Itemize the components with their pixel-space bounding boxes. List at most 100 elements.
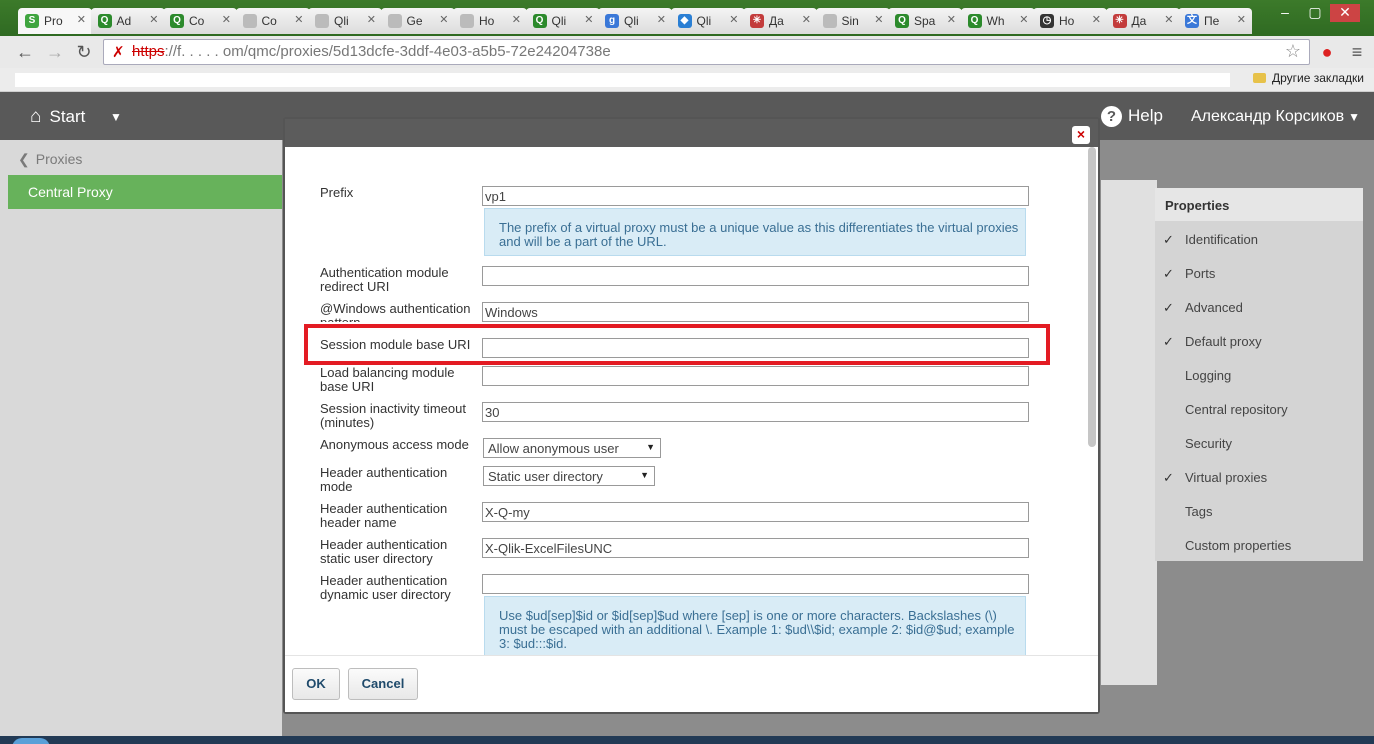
address-bar[interactable]: ✗ https://f. . . . . om/qmc/proxies/5d13…: [103, 39, 1310, 65]
load-balancing-label: Load balancing module base URI: [320, 365, 455, 394]
ok-button[interactable]: OK: [292, 668, 340, 700]
browser-tab[interactable]: Q Co ✕: [163, 8, 237, 34]
tab-close-icon[interactable]: ✕: [294, 13, 303, 26]
checkmark-icon: ✓: [1163, 470, 1174, 485]
properties-item[interactable]: Identification: [1185, 232, 1258, 247]
browser-tab[interactable]: Ge ✕: [380, 8, 455, 34]
anon-access-select[interactable]: Allow anonymous user ▼: [483, 438, 661, 458]
inactivity-input[interactable]: 30: [482, 402, 1029, 422]
browser-tab[interactable]: ✳ Да ✕: [1105, 8, 1180, 34]
maximize-icon[interactable]: ▢: [1300, 4, 1330, 22]
tab-close-icon[interactable]: ✕: [657, 13, 666, 26]
back-arrow-icon[interactable]: ←: [14, 41, 36, 63]
tab-close-icon[interactable]: ✕: [1237, 13, 1246, 26]
static-dir-input[interactable]: X-Qlik-ExcelFilesUNC: [482, 538, 1029, 558]
browser-tab-label: Spa: [914, 14, 936, 28]
browser-tab[interactable]: g Qli ✕: [598, 8, 672, 34]
auth-redirect-input[interactable]: [482, 266, 1029, 286]
page-icon: [387, 14, 402, 28]
selected-proxy-item[interactable]: Central Proxy: [8, 175, 282, 209]
adblock-icon[interactable]: ●: [1316, 41, 1338, 63]
browser-tab-strip: – ▢ ✕ S Pro ✕ Q Ad ✕ Q Co ✕ Co ✕ Qli ✕ Ge ✕ Ho ✕ Q Qli ✕ g Ql…: [0, 0, 1374, 36]
browser-tab-label: Да: [769, 14, 784, 28]
browser-tab[interactable]: Co ✕: [235, 8, 310, 34]
browser-tab[interactable]: ◆ Qli ✕: [670, 8, 745, 34]
windows-pattern-label: @Windows authentication pattern: [320, 302, 471, 322]
browser-tab[interactable]: 文 Пе ✕: [1178, 8, 1252, 34]
tab-close-icon[interactable]: ✕: [77, 13, 86, 26]
close-window-icon[interactable]: ✕: [1330, 4, 1360, 22]
page-icon: [822, 14, 837, 28]
user-menu[interactable]: Александр Корсиков ▼: [1191, 108, 1360, 126]
tab-close-icon[interactable]: ✕: [584, 13, 593, 26]
properties-item[interactable]: Custom properties: [1185, 538, 1291, 553]
tab-close-icon[interactable]: ✕: [439, 13, 448, 26]
auth-redirect-label: Authentication module redirect URI: [320, 265, 449, 294]
tab-close-icon[interactable]: ✕: [947, 13, 956, 26]
load-balancing-input[interactable]: [482, 366, 1029, 386]
header-mode-value: Static user directory: [488, 469, 603, 484]
header-mode-select[interactable]: Static user directory ▼: [483, 466, 655, 486]
browser-tab[interactable]: Q Qli ✕: [525, 8, 600, 34]
close-icon[interactable]: ×: [1072, 126, 1090, 144]
redacted-bookmarks: [15, 73, 1230, 87]
browser-tab[interactable]: ✳ Да ✕: [743, 8, 817, 34]
checkmark-icon: ✓: [1163, 334, 1174, 349]
start-menu[interactable]: ⌂ Start ▼: [30, 106, 122, 128]
prefix-label: Prefix: [320, 185, 354, 200]
tab-close-icon[interactable]: ✕: [729, 13, 738, 26]
browser-tab[interactable]: S Pro ✕: [18, 8, 92, 34]
other-bookmarks[interactable]: Другие закладки: [1253, 71, 1364, 85]
tab-close-icon[interactable]: ✕: [802, 13, 811, 26]
browser-tab[interactable]: Q Ad ✕: [90, 8, 165, 34]
tab-close-icon[interactable]: ✕: [222, 13, 231, 26]
tab-close-icon[interactable]: ✕: [512, 13, 521, 26]
browser-tab[interactable]: Ho ✕: [453, 8, 527, 34]
properties-item[interactable]: Security: [1185, 436, 1232, 451]
browser-tab-label: Wh: [986, 14, 1005, 28]
content-behind-dialog: [1101, 180, 1157, 685]
browser-tab[interactable]: ◷ Ho ✕: [1033, 8, 1107, 34]
back-label: Proxies: [35, 151, 83, 167]
dynamic-dir-input[interactable]: [482, 574, 1029, 594]
properties-item[interactable]: Ports: [1185, 266, 1215, 281]
browser-tab-label: Co: [261, 14, 277, 28]
tab-close-icon[interactable]: ✕: [874, 13, 883, 26]
other-bookmarks-label: Другие закладки: [1272, 71, 1364, 85]
back-to-proxies-link[interactable]: ❮ Proxies: [18, 151, 82, 168]
browser-tab-label: Пе: [1204, 14, 1220, 28]
minimize-icon[interactable]: –: [1270, 4, 1300, 22]
browser-tab-label: Qli: [696, 14, 712, 28]
chrome-menu-icon[interactable]: ≡: [1346, 41, 1368, 63]
properties-item[interactable]: Logging: [1185, 368, 1231, 383]
header-name-input[interactable]: X-Q-my: [482, 502, 1029, 522]
windows-pattern-input[interactable]: Windows: [482, 302, 1029, 322]
tab-close-icon[interactable]: ✕: [367, 13, 376, 26]
static-dir-label: Header authentication static user direct…: [320, 537, 448, 566]
tab-close-icon[interactable]: ✕: [149, 13, 158, 26]
browser-tab[interactable]: Sin ✕: [815, 8, 890, 34]
prefix-info-box: The prefix of a virtual proxy must be a …: [484, 208, 1026, 256]
properties-item[interactable]: Tags: [1185, 504, 1212, 519]
prefix-input[interactable]: vp1: [482, 186, 1029, 206]
browser-tab-label: Да: [1131, 14, 1147, 28]
tab-close-icon[interactable]: ✕: [1019, 13, 1028, 26]
browser-tab[interactable]: Qli ✕: [308, 8, 382, 34]
tab-close-icon[interactable]: ✕: [1164, 13, 1173, 26]
help-button[interactable]: ? Help: [1101, 106, 1163, 127]
properties-item[interactable]: Central repository: [1185, 402, 1288, 417]
google-icon: g: [605, 14, 619, 28]
forward-arrow-icon[interactable]: →: [44, 41, 66, 63]
browser-tab[interactable]: Q Wh ✕: [960, 8, 1035, 34]
tab-close-icon[interactable]: ✕: [1092, 13, 1101, 26]
properties-item[interactable]: Advanced: [1185, 300, 1243, 315]
properties-item[interactable]: Virtual proxies: [1185, 470, 1267, 485]
reload-icon[interactable]: ↻: [73, 41, 95, 63]
start-label: Start: [49, 107, 86, 126]
browser-tab[interactable]: Q Spa ✕: [888, 8, 962, 34]
windows-start-icon[interactable]: [12, 738, 50, 744]
browser-tab-label: Sin: [841, 14, 859, 28]
cancel-button[interactable]: Cancel: [348, 668, 418, 700]
bookmark-star-icon[interactable]: ☆: [1285, 41, 1301, 62]
properties-item[interactable]: Default proxy: [1185, 334, 1262, 349]
